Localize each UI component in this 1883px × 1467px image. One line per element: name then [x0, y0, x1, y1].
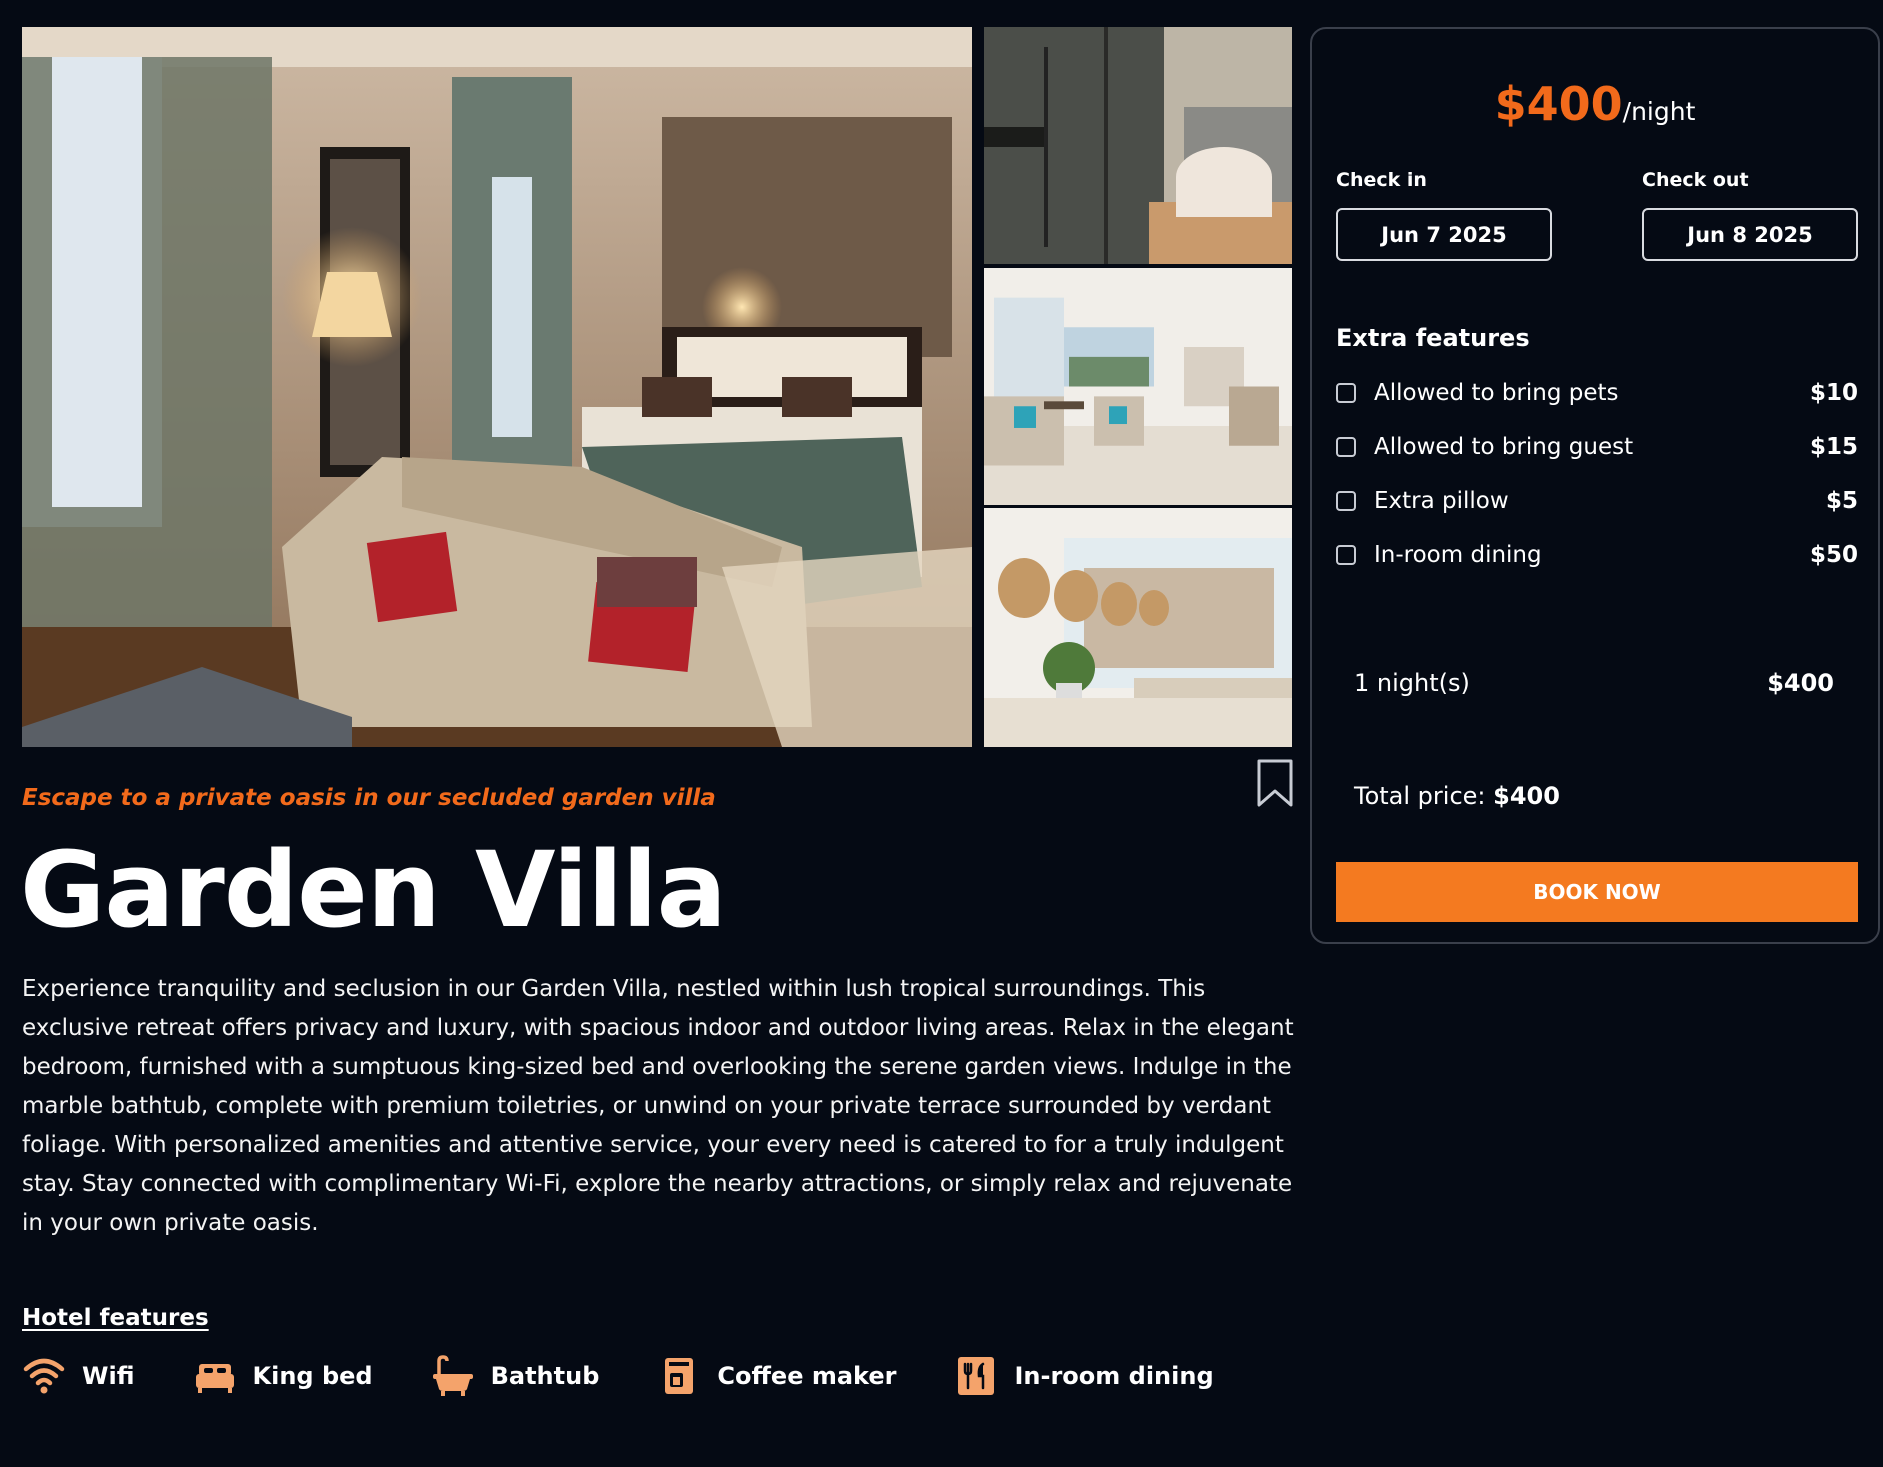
extra-option-price: $10: [1809, 380, 1858, 406]
extra-option-guest[interactable]: Allowed to bring guest $15: [1336, 432, 1858, 462]
hotel-features-list: Wifi King bed Bathtub Coffee maker In-ro…: [22, 1355, 1214, 1397]
page-title: Garden Villa: [20, 829, 727, 951]
feature-label: In-room dining: [1014, 1362, 1214, 1390]
nightly-price: $400/night: [1312, 77, 1878, 131]
nights-price: $400: [1767, 669, 1834, 697]
feature-label: Bathtub: [490, 1362, 600, 1390]
feature-label: Coffee maker: [717, 1362, 897, 1390]
extra-option-label: Allowed to bring guest: [1374, 434, 1634, 460]
wifi-icon: [23, 1358, 65, 1394]
feature-label: Wifi: [82, 1362, 135, 1390]
extra-option-label: Allowed to bring pets: [1374, 380, 1619, 406]
dining-room-photo[interactable]: [984, 508, 1292, 747]
room-description: Experience tranquility and seclusion in …: [22, 976, 1294, 1236]
extra-option-pets[interactable]: Allowed to bring pets $10: [1336, 378, 1858, 408]
living-room-photo[interactable]: [984, 268, 1292, 505]
extra-option-label: Extra pillow: [1374, 488, 1509, 514]
feature-king-bed: King bed: [193, 1355, 373, 1397]
feature-in-room-dining: In-room dining: [954, 1355, 1214, 1397]
room-tagline: Escape to a private oasis in our seclude…: [22, 785, 716, 811]
feature-coffee-maker: Coffee maker: [657, 1355, 896, 1397]
feature-label: King bed: [252, 1362, 373, 1390]
extra-option-pillow[interactable]: Extra pillow $5: [1336, 486, 1858, 516]
check-out-label: Check out: [1642, 169, 1749, 191]
bed-icon: [195, 1364, 234, 1393]
extra-features-heading: Extra features: [1336, 324, 1530, 352]
price-amount: $400: [1494, 77, 1623, 131]
check-out-date-field[interactable]: Jun 8 2025: [1642, 208, 1858, 261]
check-in-date-field[interactable]: Jun 7 2025: [1336, 208, 1552, 261]
hotel-features-heading: Hotel features: [22, 1305, 209, 1331]
dining-icon: [958, 1357, 995, 1395]
bookmark-icon[interactable]: [1256, 758, 1294, 808]
feature-wifi: Wifi: [22, 1355, 135, 1397]
check-in-label: Check in: [1336, 169, 1427, 191]
bathroom-photo[interactable]: [984, 27, 1292, 264]
extra-option-price: $50: [1809, 542, 1858, 568]
total-label: Total price:: [1354, 782, 1486, 810]
book-now-button[interactable]: BOOK NOW: [1336, 862, 1858, 922]
guest-checkbox[interactable]: [1336, 437, 1356, 457]
price-unit: /night: [1622, 97, 1696, 126]
extra-option-price: $5: [1825, 488, 1858, 514]
extra-option-label: In-room dining: [1374, 542, 1542, 568]
feature-bathtub: Bathtub: [431, 1355, 600, 1397]
nights-summary: 1 night(s) $400: [1354, 669, 1834, 697]
extra-option-dining[interactable]: In-room dining $50: [1336, 540, 1858, 570]
dining-checkbox[interactable]: [1336, 545, 1356, 565]
bedroom-photo[interactable]: [22, 27, 972, 747]
pillow-checkbox[interactable]: [1336, 491, 1356, 511]
booking-panel: $400/night Check in Check out Jun 7 2025…: [1310, 27, 1880, 944]
coffee-maker-icon: [665, 1358, 694, 1394]
total-amount: $400: [1493, 782, 1560, 810]
pets-checkbox[interactable]: [1336, 383, 1356, 403]
bathtub-icon: [432, 1355, 473, 1396]
total-price: Total price: $400: [1354, 782, 1560, 810]
nights-label: 1 night(s): [1354, 669, 1470, 697]
extra-option-price: $15: [1809, 434, 1858, 460]
